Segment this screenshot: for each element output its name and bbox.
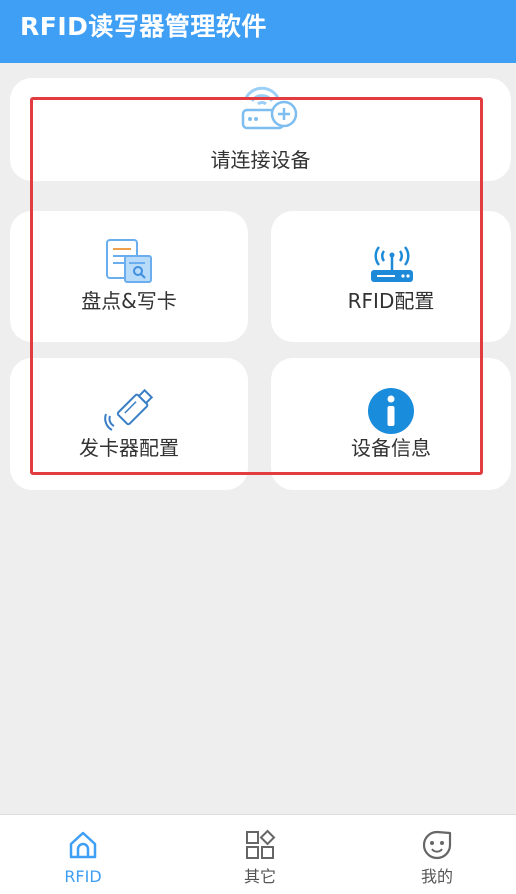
connect-device-card[interactable]: 请连接设备 xyxy=(10,78,511,181)
apps-grid-icon xyxy=(244,829,276,865)
rfid-config-label: RFID配置 xyxy=(347,289,435,313)
tab-other-label: 其它 xyxy=(243,867,276,886)
device-info-card[interactable]: 设备信息 xyxy=(271,358,511,490)
inventory-write-label: 盘点&写卡 xyxy=(81,289,177,313)
document-search-icon xyxy=(105,238,155,290)
tab-other[interactable]: 其它 xyxy=(210,815,310,894)
tab-rfid[interactable]: RFID xyxy=(33,815,133,894)
smiley-icon xyxy=(421,829,453,865)
app-header: RFID读写器管理软件 xyxy=(0,0,516,63)
inventory-write-card[interactable]: 盘点&写卡 xyxy=(10,211,248,342)
home-icon xyxy=(67,829,99,865)
card-issuer-config-label: 发卡器配置 xyxy=(79,436,179,460)
tab-rfid-label: RFID xyxy=(64,867,102,886)
usb-stick-icon xyxy=(104,386,158,436)
wireless-router-icon xyxy=(369,243,415,289)
rfid-config-card[interactable]: RFID配置 xyxy=(271,211,511,342)
bottom-nav: RFID 其它 我的 xyxy=(0,814,516,894)
connect-device-label: 请连接设备 xyxy=(210,148,311,172)
info-icon xyxy=(367,387,415,439)
device-info-label: 设备信息 xyxy=(351,436,431,460)
router-add-icon xyxy=(240,84,300,138)
tab-mine-label: 我的 xyxy=(420,867,453,886)
card-issuer-config-card[interactable]: 发卡器配置 xyxy=(10,358,248,490)
app-title: RFID读写器管理软件 xyxy=(20,12,267,41)
tab-mine[interactable]: 我的 xyxy=(387,815,487,894)
